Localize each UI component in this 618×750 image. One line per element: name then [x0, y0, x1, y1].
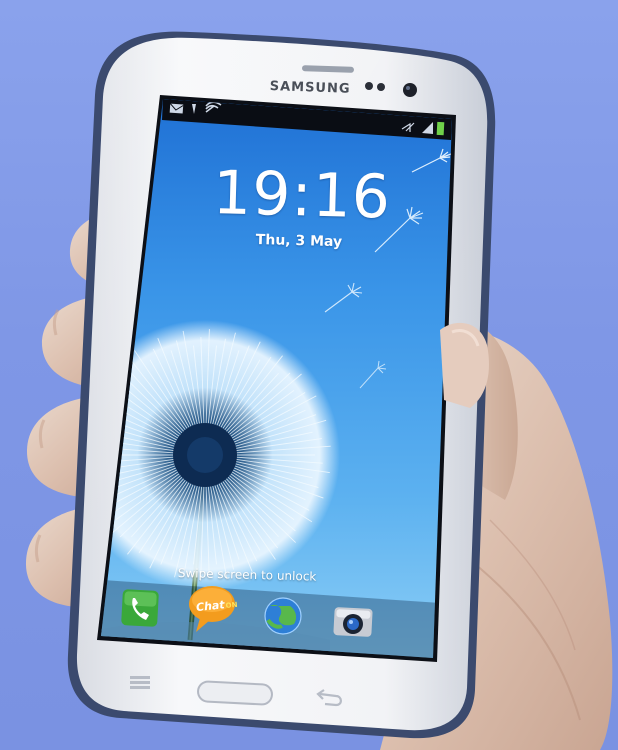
home-button[interactable]: [197, 680, 273, 706]
lockscreen-date: Thu, 3 May: [255, 232, 343, 251]
mail-icon: [169, 103, 184, 114]
internet-globe-icon[interactable]: [264, 597, 302, 635]
lockscreen-clock: 19:16: [212, 158, 392, 233]
photo-scene: SAMSUNG 19:16 Thu, 3 May Swipe screen to…: [0, 0, 618, 750]
camera-icon[interactable]: [333, 607, 373, 637]
front-camera: [403, 83, 417, 97]
menu-key-icon[interactable]: [130, 676, 150, 689]
battery-icon: [436, 121, 445, 136]
sensor-dot: [365, 82, 373, 90]
phone-icon[interactable]: [121, 589, 159, 627]
chaton-sub-text: ON: [225, 600, 238, 611]
phone-photo: [25, 31, 613, 750]
brand-logo-text: SAMSUNG: [269, 79, 351, 97]
sensor-dot: [377, 83, 385, 91]
